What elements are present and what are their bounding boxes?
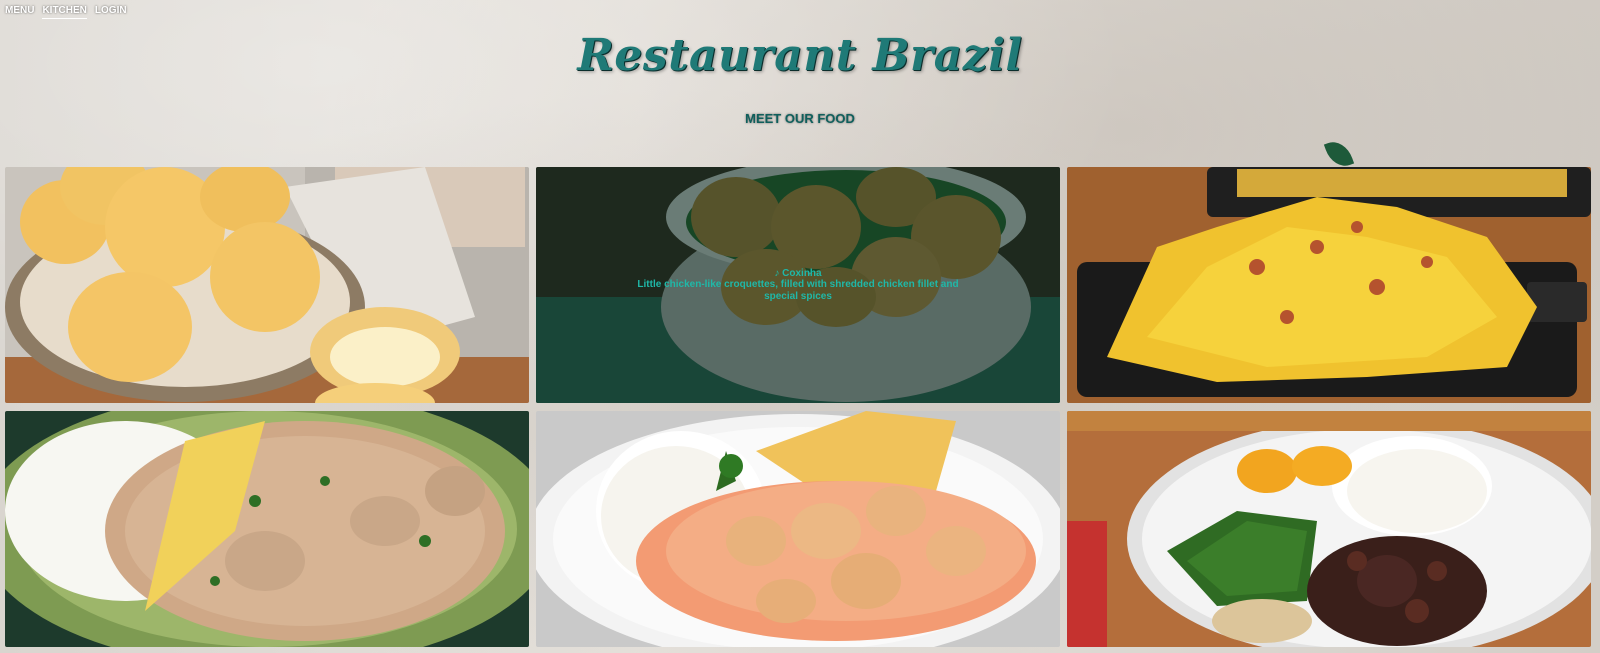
pao-de-queijo-photo <box>5 167 529 403</box>
dish-description: Little chicken-like croquettes, filled w… <box>637 278 959 302</box>
nav-menu-link[interactable]: MENU <box>5 5 34 19</box>
food-gallery: ♪ Coxinha Little chicken-like croquettes… <box>5 167 1591 647</box>
nav-login-link[interactable]: LOGIN <box>95 5 127 19</box>
music-note-icon: ♪ <box>774 267 780 279</box>
food-card-cheese-fries[interactable] <box>1067 167 1591 403</box>
food-card-coxinha[interactable]: ♪ Coxinha Little chicken-like croquettes… <box>536 167 1060 403</box>
restaurant-title: Restaurant Brazil <box>577 30 1023 81</box>
feijoada-photo <box>1067 411 1591 647</box>
food-card-stroganoff[interactable] <box>5 411 529 647</box>
food-card-pao-de-queijo[interactable] <box>5 167 529 403</box>
stroganoff-green-plate-photo <box>5 411 529 647</box>
chicken-stroganoff-white-plate-photo <box>536 411 1060 647</box>
dish-title-text: Coxinha <box>782 267 822 279</box>
dish-title: ♪ Coxinha <box>774 268 821 279</box>
page-subtitle: MEET OUR FOOD <box>745 111 855 126</box>
food-card-chicken-stroganoff[interactable] <box>536 411 1060 647</box>
top-nav: MENU KITCHEN LOGIN <box>5 5 127 19</box>
dish-info-overlay: ♪ Coxinha Little chicken-like croquettes… <box>536 167 1060 403</box>
nav-kitchen-link[interactable]: KITCHEN <box>42 5 87 19</box>
food-card-feijoada[interactable] <box>1067 411 1591 647</box>
cheese-bacon-fries-photo <box>1067 167 1591 403</box>
